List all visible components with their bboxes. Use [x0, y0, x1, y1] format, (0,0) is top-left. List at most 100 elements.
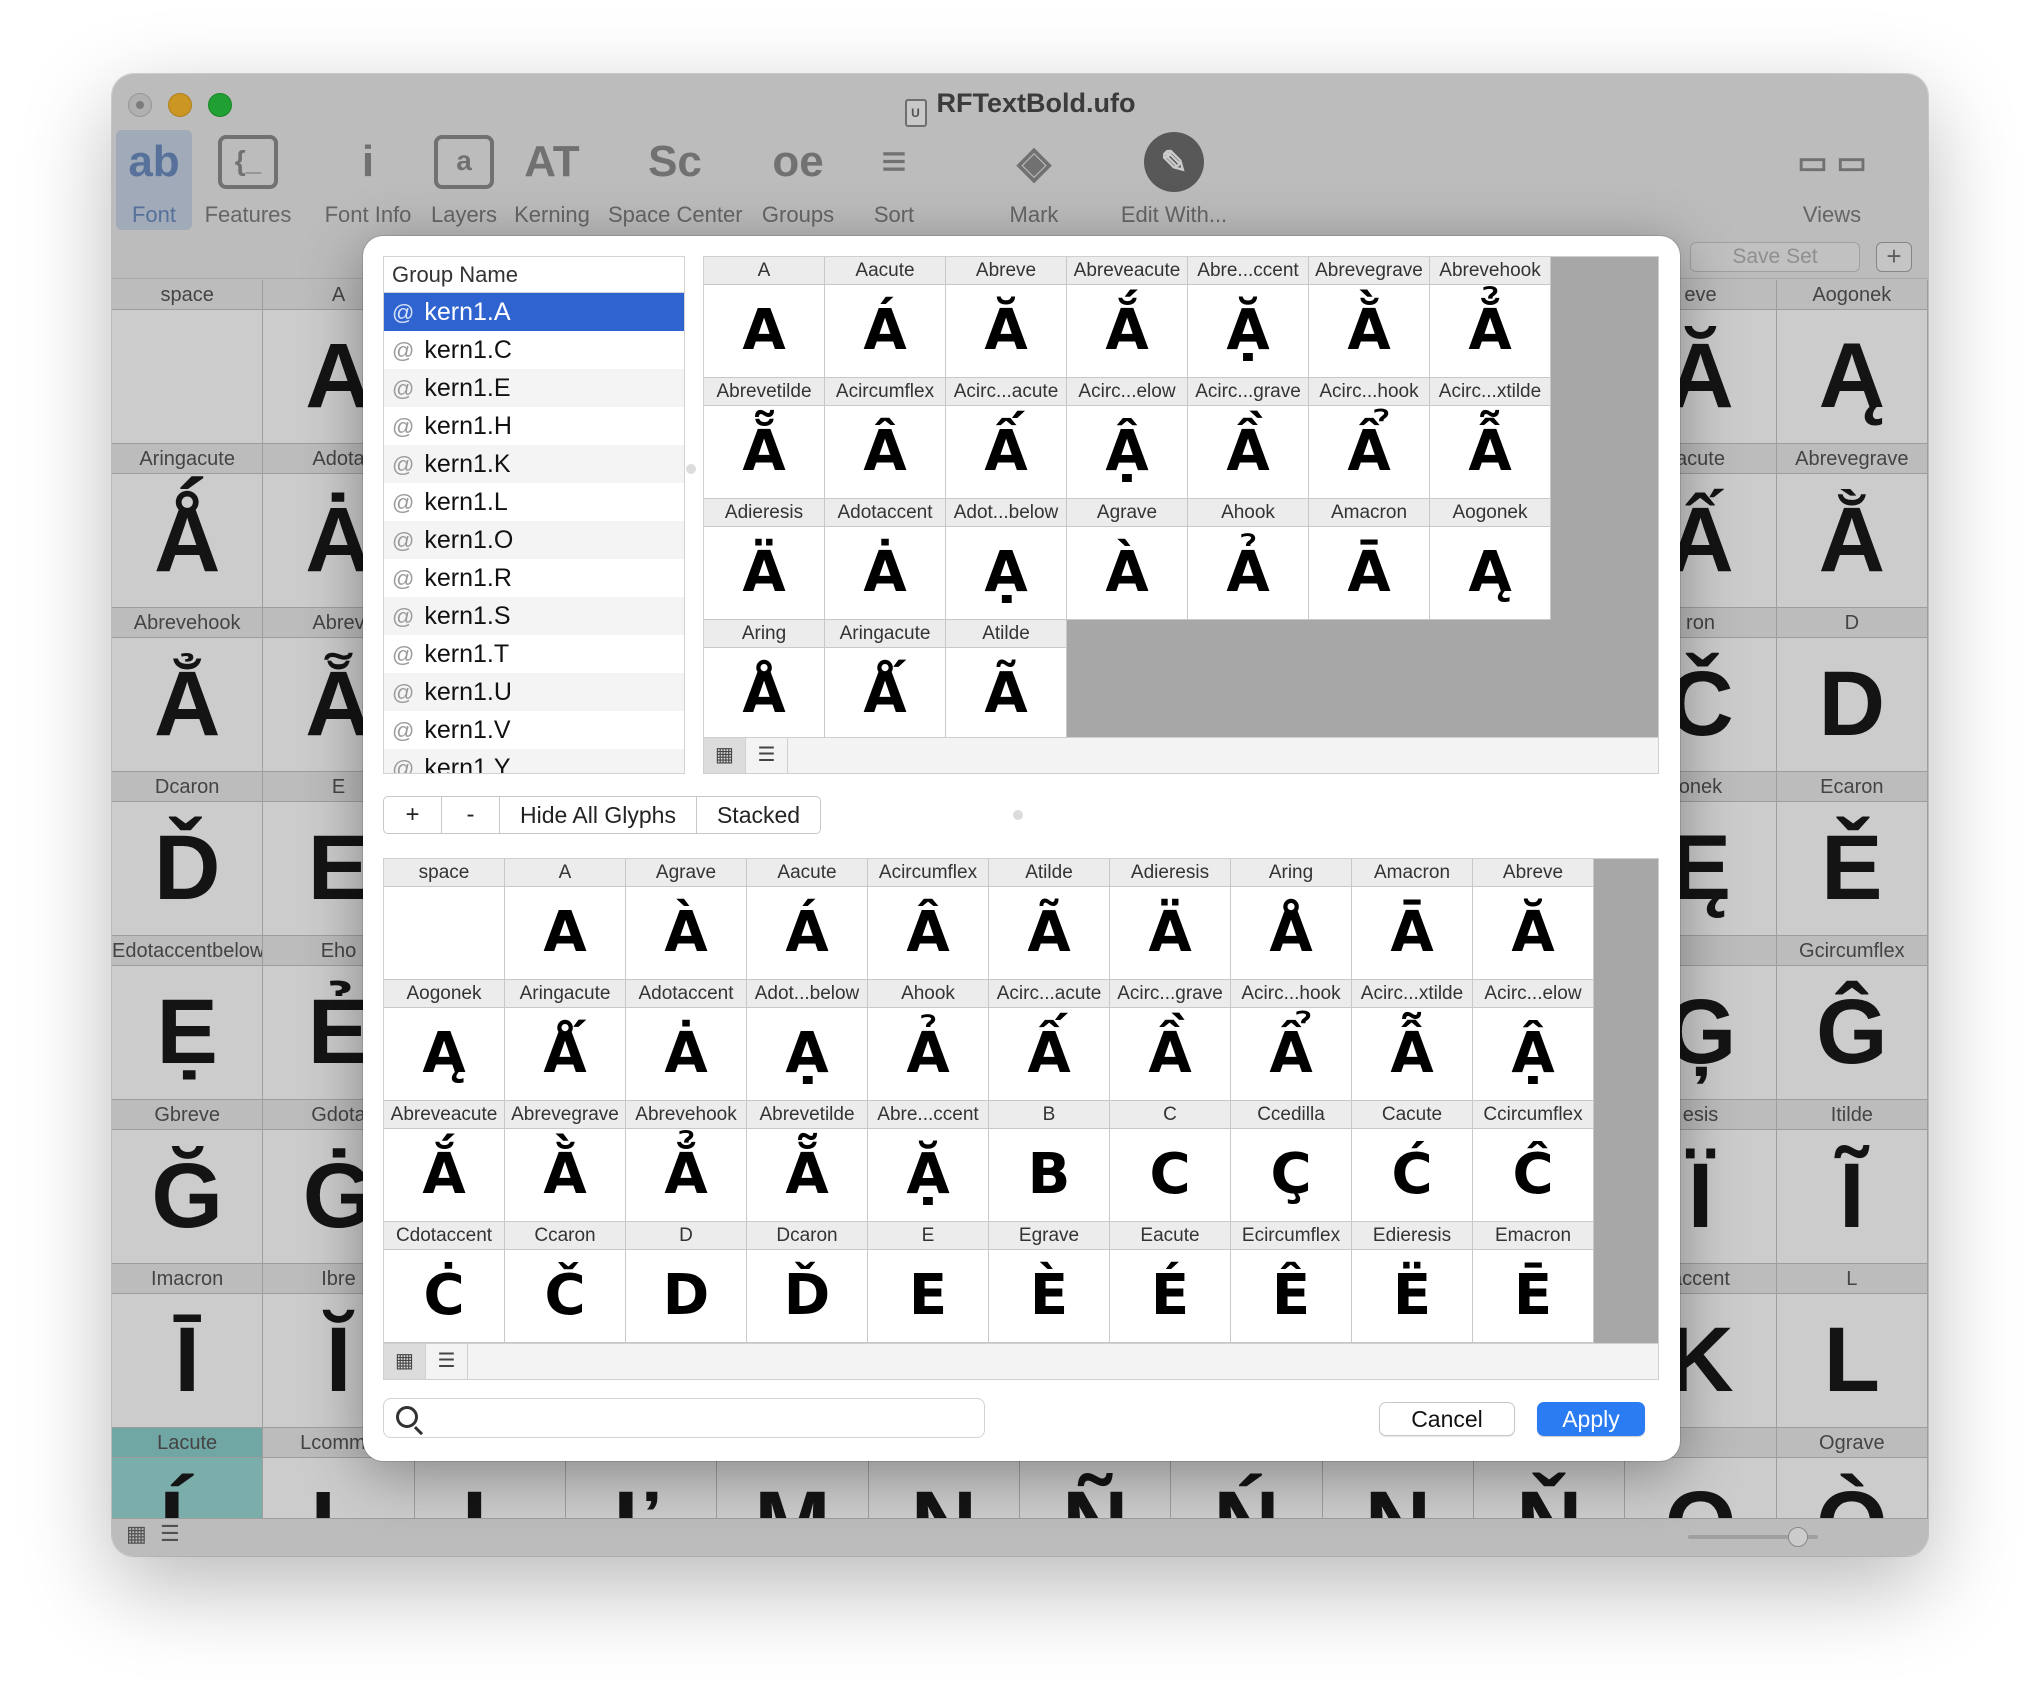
glyph-cell[interactable]: Abreve Ă — [946, 257, 1067, 378]
glyph-cell[interactable]: Acirc...acute Ấ — [946, 378, 1067, 499]
group-row-kern1-e[interactable]: @ kern1.E — [384, 369, 684, 407]
glyph-cell[interactable]: Acirc...xtilde Ẫ — [1352, 980, 1473, 1101]
glyph-cell[interactable]: Eacute É — [1110, 1222, 1231, 1343]
glyph-cell[interactable]: Acirc...xtilde Ẫ — [1430, 378, 1551, 499]
glyph-cell[interactable]: Agrave À — [1067, 499, 1188, 620]
glyph-cell[interactable]: Dcaron Ď — [747, 1222, 868, 1343]
glyph-cell[interactable]: Abreveacute Ắ — [384, 1101, 505, 1222]
apply-button[interactable]: Apply — [1537, 1402, 1645, 1436]
glyph-cell[interactable]: Abrevehook Ẳ — [626, 1101, 747, 1222]
group-row-kern1-v[interactable]: @ kern1.V — [384, 711, 684, 749]
glyph-cell[interactable]: Edieresis Ë — [1352, 1222, 1473, 1343]
glyph-cell[interactable]: BB — [989, 1101, 1110, 1222]
glyph-cell[interactable]: Ccaron Č — [505, 1222, 626, 1343]
glyph-name-label: Acirc...grave — [1110, 980, 1230, 1008]
glyph-cell[interactable]: Abreve Ă — [1473, 859, 1594, 980]
glyph-cell[interactable]: Aringacute Ǻ — [825, 620, 946, 741]
grid-view-icon[interactable]: ▦ — [384, 1344, 426, 1379]
glyph-cell[interactable]: Ahook Ả — [1188, 499, 1309, 620]
group-row-kern1-a[interactable]: @ kern1.A — [384, 293, 684, 331]
group-row-kern1-r[interactable]: @ kern1.R — [384, 559, 684, 597]
glyph-cell[interactable]: Aring Å — [704, 620, 825, 741]
glyph-cell[interactable]: space — [384, 859, 505, 980]
glyph-cell[interactable]: Abrevetilde Ẵ — [747, 1101, 868, 1222]
glyph-cell[interactable]: Abre...ccent Ặ — [868, 1101, 989, 1222]
group-row-kern1-t[interactable]: @ kern1.T — [384, 635, 684, 673]
glyph-cell[interactable]: Emacron Ē — [1473, 1222, 1594, 1343]
glyph-cell[interactable]: Cacute Ć — [1352, 1101, 1473, 1222]
glyph-cell[interactable]: Agrave À — [626, 859, 747, 980]
group-row-kern1-l[interactable]: @ kern1.L — [384, 483, 684, 521]
glyph-cell[interactable]: Acirc...acute Ấ — [989, 980, 1110, 1101]
glyph-cell[interactable]: Acirc...grave Ầ — [1188, 378, 1309, 499]
glyph-cell[interactable]: Adot...below Ạ — [747, 980, 868, 1101]
glyph-cell[interactable]: Abreveacute Ắ — [1067, 257, 1188, 378]
glyph-cell[interactable]: AA — [704, 257, 825, 378]
group-row-kern1-y[interactable]: @ kern1.Y — [384, 749, 684, 774]
glyph-preview: Ẵ — [742, 419, 786, 484]
glyph-cell[interactable]: Atilde Ã — [989, 859, 1110, 980]
group-row-kern1-u[interactable]: @ kern1.U — [384, 673, 684, 711]
glyph-cell[interactable]: Adotaccent Ȧ — [626, 980, 747, 1101]
glyph-cell[interactable]: DD — [626, 1222, 747, 1343]
glyph-cell[interactable]: Acirc...hook Ẩ — [1231, 980, 1352, 1101]
glyph-cell[interactable]: Ahook Ả — [868, 980, 989, 1101]
glyph-cell[interactable]: Aacute Á — [747, 859, 868, 980]
group-row-kern1-h[interactable]: @ kern1.H — [384, 407, 684, 445]
list-view-icon[interactable]: ☰ — [426, 1344, 468, 1379]
group-name-list[interactable]: Group Name @ kern1.A @ kern1.C @ kern1.E @ kern… — [383, 256, 685, 774]
glyph-cell[interactable]: Adieresis Ä — [704, 499, 825, 620]
glyph-cell[interactable]: Amacron Ā — [1309, 499, 1430, 620]
glyph-cell[interactable]: Aringacute Ǻ — [505, 980, 626, 1101]
hide-all-glyphs-button[interactable]: Hide All Glyphs — [500, 797, 697, 833]
vertical-split-handle[interactable] — [686, 464, 696, 474]
list-view-icon[interactable]: ☰ — [746, 738, 788, 773]
glyph-cell[interactable]: Adot...below Ạ — [946, 499, 1067, 620]
group-prefix: @ — [392, 756, 415, 774]
glyph-cell[interactable]: Acirc...hook Ẩ — [1309, 378, 1430, 499]
glyph-cell[interactable]: Egrave È — [989, 1222, 1110, 1343]
glyph-cell[interactable]: Aacute Á — [825, 257, 946, 378]
glyph-search-field[interactable] — [383, 1398, 985, 1438]
glyph-cell[interactable]: Amacron Ā — [1352, 859, 1473, 980]
glyph-cell[interactable]: CC — [1110, 1101, 1231, 1222]
glyph-cell[interactable]: Abrevegrave Ằ — [505, 1101, 626, 1222]
glyph-cell[interactable]: Abrevehook Ẳ — [1430, 257, 1551, 378]
grid-view-icon[interactable]: ▦ — [704, 738, 746, 773]
remove-group-button[interactable]: - — [442, 797, 500, 833]
glyph-name-label: A — [505, 859, 625, 887]
glyph-preview: Ȧ — [664, 1021, 708, 1086]
group-row-kern1-s[interactable]: @ kern1.S — [384, 597, 684, 635]
glyph-cell[interactable]: Abre...ccent Ặ — [1188, 257, 1309, 378]
glyph-preview: Ê — [1271, 1263, 1311, 1328]
group-row-kern1-c[interactable]: @ kern1.C — [384, 331, 684, 369]
glyph-preview: Č — [544, 1263, 586, 1328]
glyph-cell[interactable]: EE — [868, 1222, 989, 1343]
glyph-cell[interactable]: Ccedilla Ç — [1231, 1101, 1352, 1222]
glyph-cell[interactable]: Aogonek Ą — [384, 980, 505, 1101]
glyph-cell[interactable]: Ccircumflex Ĉ — [1473, 1101, 1594, 1222]
glyph-cell[interactable]: Atilde Ã — [946, 620, 1067, 741]
horizontal-split-handle[interactable] — [1013, 810, 1023, 820]
stacked-button[interactable]: Stacked — [697, 797, 820, 833]
glyph-cell[interactable]: Adieresis Ä — [1110, 859, 1231, 980]
glyph-cell[interactable]: Cdotaccent Ċ — [384, 1222, 505, 1343]
search-input[interactable] — [432, 1403, 972, 1433]
glyph-cell[interactable]: Abrevetilde Ẵ — [704, 378, 825, 499]
glyph-cell[interactable]: Adotaccent Ȧ — [825, 499, 946, 620]
glyph-cell[interactable]: Aring Å — [1231, 859, 1352, 980]
glyph-cell[interactable]: Aogonek Ą — [1430, 499, 1551, 620]
glyph-cell[interactable]: Acircumflex Â — [825, 378, 946, 499]
glyph-cell[interactable]: Abrevegrave Ằ — [1309, 257, 1430, 378]
group-row-kern1-o[interactable]: @ kern1.O — [384, 521, 684, 559]
add-group-button[interactable]: + — [384, 797, 442, 833]
group-row-kern1-k[interactable]: @ kern1.K — [384, 445, 684, 483]
glyph-cell[interactable]: Acircumflex Â — [868, 859, 989, 980]
glyph-cell[interactable]: AA — [505, 859, 626, 980]
cancel-button[interactable]: Cancel — [1379, 1402, 1515, 1436]
glyph-cell[interactable]: Ecircumflex Ê — [1231, 1222, 1352, 1343]
glyph-cell[interactable]: Acirc...elow Ậ — [1473, 980, 1594, 1101]
glyph-name-label: Adieresis — [704, 499, 824, 527]
glyph-cell[interactable]: Acirc...elow Ậ — [1067, 378, 1188, 499]
glyph-cell[interactable]: Acirc...grave Ầ — [1110, 980, 1231, 1101]
